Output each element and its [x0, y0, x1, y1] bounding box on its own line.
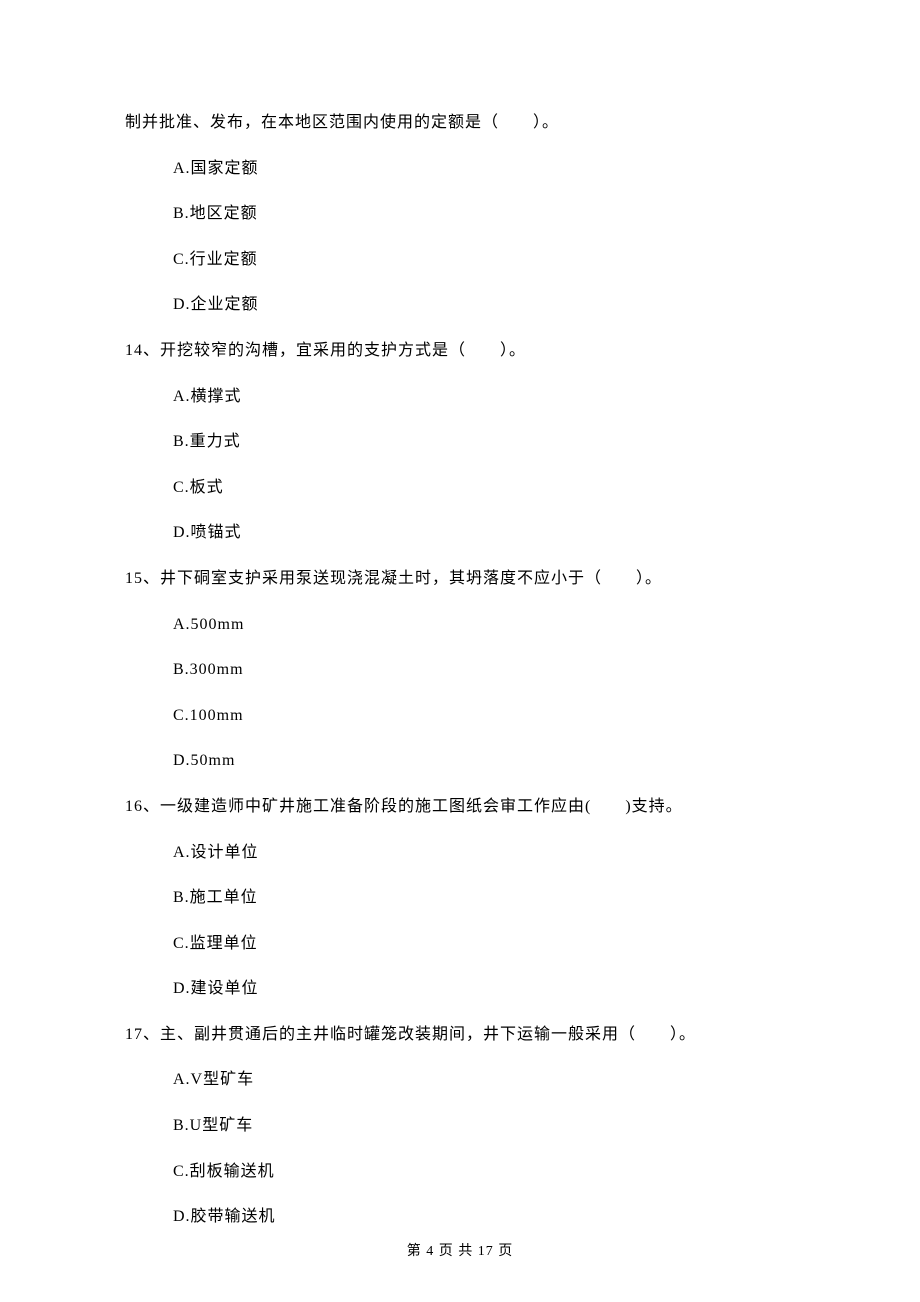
question-15-option-d: D.50mm: [125, 748, 795, 774]
question-17-option-a: A.V型矿车: [125, 1067, 795, 1093]
question-17-option-b: B.U型矿车: [125, 1113, 795, 1139]
question-16-option-c: C.监理单位: [125, 931, 795, 957]
page-footer: 第 4 页 共 17 页: [0, 1240, 920, 1260]
question-13: 制并批准、发布，在本地区范围内使用的定额是（ ）。 A.国家定额 B.地区定额 …: [125, 110, 795, 318]
question-16-option-b: B.施工单位: [125, 885, 795, 911]
question-14-option-b: B.重力式: [125, 429, 795, 455]
question-15-option-a: A.500mm: [125, 612, 795, 638]
question-15-option-c: C.100mm: [125, 703, 795, 729]
question-14-option-d: D.喷锚式: [125, 520, 795, 546]
question-17-option-c: C.刮板输送机: [125, 1159, 795, 1185]
question-16-option-d: D.建设单位: [125, 976, 795, 1002]
question-13-option-a: A.国家定额: [125, 156, 795, 182]
question-16-option-a: A.设计单位: [125, 840, 795, 866]
question-14-option-c: C.板式: [125, 475, 795, 501]
page-content: 制并批准、发布，在本地区范围内使用的定额是（ ）。 A.国家定额 B.地区定额 …: [0, 0, 920, 1230]
question-14-option-a: A.横撑式: [125, 384, 795, 410]
question-13-stem: 制并批准、发布，在本地区范围内使用的定额是（ ）。: [125, 110, 795, 136]
question-13-option-d: D.企业定额: [125, 292, 795, 318]
question-16-stem: 16、一级建造师中矿井施工准备阶段的施工图纸会审工作应由( )支持。: [125, 794, 795, 820]
question-14-stem: 14、开挖较窄的沟槽，宜采用的支护方式是（ ）。: [125, 338, 795, 364]
question-14: 14、开挖较窄的沟槽，宜采用的支护方式是（ ）。 A.横撑式 B.重力式 C.板…: [125, 338, 795, 546]
question-13-option-b: B.地区定额: [125, 201, 795, 227]
question-17: 17、主、副井贯通后的主井临时罐笼改装期间，井下运输一般采用（ ）。 A.V型矿…: [125, 1022, 795, 1230]
question-16: 16、一级建造师中矿井施工准备阶段的施工图纸会审工作应由( )支持。 A.设计单…: [125, 794, 795, 1002]
question-15-stem: 15、井下硐室支护采用泵送现浇混凝土时，其坍落度不应小于（ ）。: [125, 566, 795, 592]
question-15: 15、井下硐室支护采用泵送现浇混凝土时，其坍落度不应小于（ ）。 A.500mm…: [125, 566, 795, 774]
question-15-option-b: B.300mm: [125, 657, 795, 683]
question-13-option-c: C.行业定额: [125, 247, 795, 273]
question-17-option-d: D.胶带输送机: [125, 1204, 795, 1230]
question-17-stem: 17、主、副井贯通后的主井临时罐笼改装期间，井下运输一般采用（ ）。: [125, 1022, 795, 1048]
